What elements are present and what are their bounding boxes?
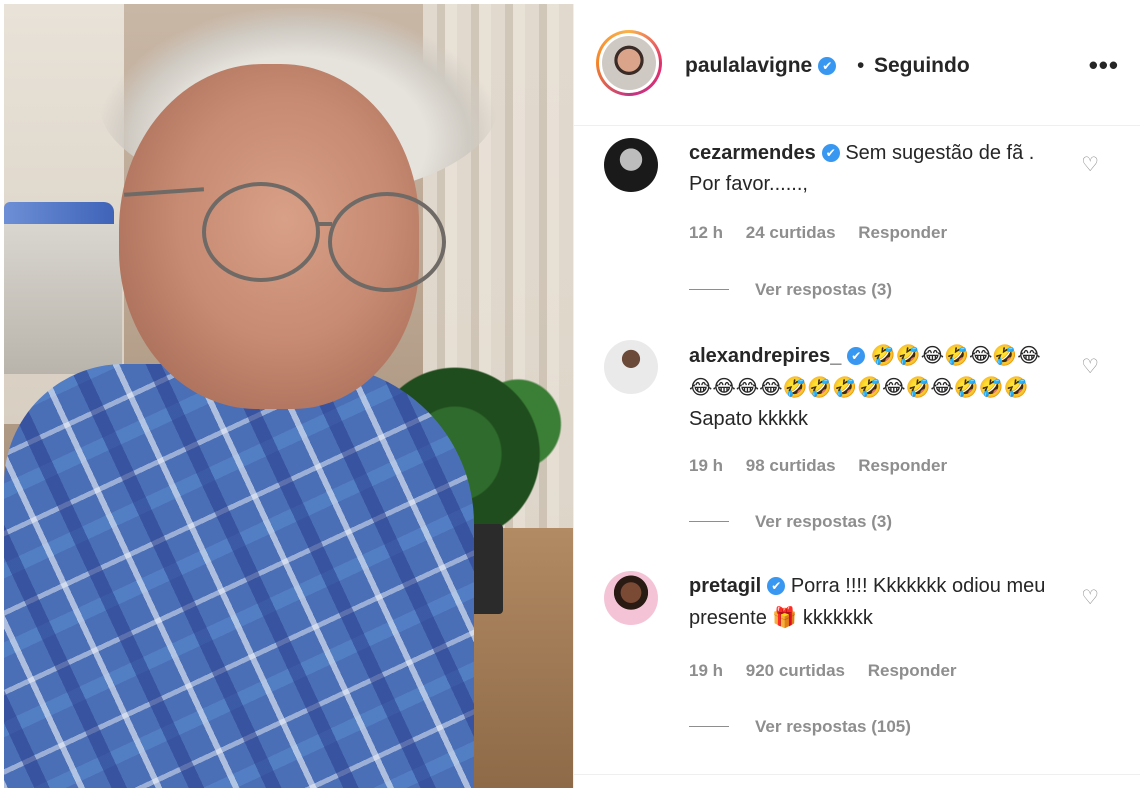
reply-button[interactable]: Responder xyxy=(868,661,957,680)
verified-badge-icon: ✔ xyxy=(767,577,786,595)
author-username-text[interactable]: paulalavigne xyxy=(685,54,812,77)
replies-divider xyxy=(689,726,729,727)
commenter-username[interactable]: pretagil xyxy=(689,575,761,597)
comment-likes[interactable]: 98 curtidas xyxy=(746,456,836,475)
like-heart-icon[interactable]: ♡ xyxy=(1081,354,1099,379)
action-bar xyxy=(574,774,1140,788)
comment-text: Sapato kkkkk xyxy=(689,408,808,430)
photo-lamp xyxy=(4,202,114,224)
comment-text-end: kkkkkkk xyxy=(802,607,873,629)
comment-meta: 19 h 920 curtidas Responder xyxy=(689,661,975,681)
view-replies-button[interactable]: Ver respostas (3) xyxy=(689,512,892,532)
photo-glasses-right xyxy=(328,192,446,292)
comment-time[interactable]: 19 h xyxy=(689,661,723,680)
author-story-ring[interactable] xyxy=(596,30,662,96)
verified-badge-icon: ✔ xyxy=(847,347,866,365)
comment-time[interactable]: 19 h xyxy=(689,456,723,475)
comment-body: alexandrepires_ ✔ 🤣🤣😂🤣😂🤣😂😂😂😂😂🤣🤣🤣🤣😂🤣😂🤣🤣🤣 S… xyxy=(689,340,1059,435)
author-username[interactable]: paulalavigne ✔ xyxy=(685,54,837,78)
view-replies-button[interactable]: Ver respostas (105) xyxy=(689,717,911,737)
comment-meta: 19 h 98 curtidas Responder xyxy=(689,456,965,476)
reply-button[interactable]: Responder xyxy=(858,223,947,242)
verified-badge-icon: ✔ xyxy=(818,57,837,75)
comments-panel: paulalavigne ✔ • Seguindo ••• cezarmendes… xyxy=(573,4,1140,788)
post-header: paulalavigne ✔ • Seguindo ••• xyxy=(574,4,1140,126)
view-replies-label[interactable]: Ver respostas (105) xyxy=(755,717,911,736)
comment-body: pretagil ✔ Porra !!!! Kkkkkkk odiou meu p… xyxy=(689,571,1059,634)
view-replies-label[interactable]: Ver respostas (3) xyxy=(755,512,892,531)
like-heart-icon[interactable]: ♡ xyxy=(1081,152,1099,177)
following-button[interactable]: Seguindo xyxy=(874,54,970,78)
like-heart-icon[interactable]: ♡ xyxy=(1081,585,1099,610)
verified-badge-icon: ✔ xyxy=(821,144,840,162)
photo-shirt xyxy=(4,364,474,788)
post-photo[interactable] xyxy=(4,4,573,788)
photo-glasses-left xyxy=(202,182,320,282)
commenter-username[interactable]: alexandrepires_ xyxy=(689,345,841,367)
comment-likes[interactable]: 920 curtidas xyxy=(746,661,845,680)
reply-button[interactable]: Responder xyxy=(858,456,947,475)
replies-divider xyxy=(689,521,729,522)
commenter-avatar[interactable] xyxy=(604,138,658,192)
view-replies-button[interactable]: Ver respostas (3) xyxy=(689,280,892,300)
header-separator: • xyxy=(857,54,865,77)
author-avatar[interactable] xyxy=(602,36,656,90)
photo-lampshade xyxy=(4,224,122,374)
commenter-avatar[interactable] xyxy=(604,340,658,394)
photo-glasses-bridge xyxy=(316,222,332,226)
more-options-icon[interactable]: ••• xyxy=(1089,50,1119,81)
view-replies-label[interactable]: Ver respostas (3) xyxy=(755,280,892,299)
replies-divider xyxy=(689,289,729,290)
comment-meta: 12 h 24 curtidas Responder xyxy=(689,223,965,243)
comment-time[interactable]: 12 h xyxy=(689,223,723,242)
comment-body: cezarmendes ✔ Sem sugestão de fã . Por fa… xyxy=(689,138,1059,200)
gift-icon: 🎁 xyxy=(772,605,798,629)
commenter-username[interactable]: cezarmendes xyxy=(689,142,816,164)
comment-likes[interactable]: 24 curtidas xyxy=(746,223,836,242)
commenter-avatar[interactable] xyxy=(604,571,658,625)
